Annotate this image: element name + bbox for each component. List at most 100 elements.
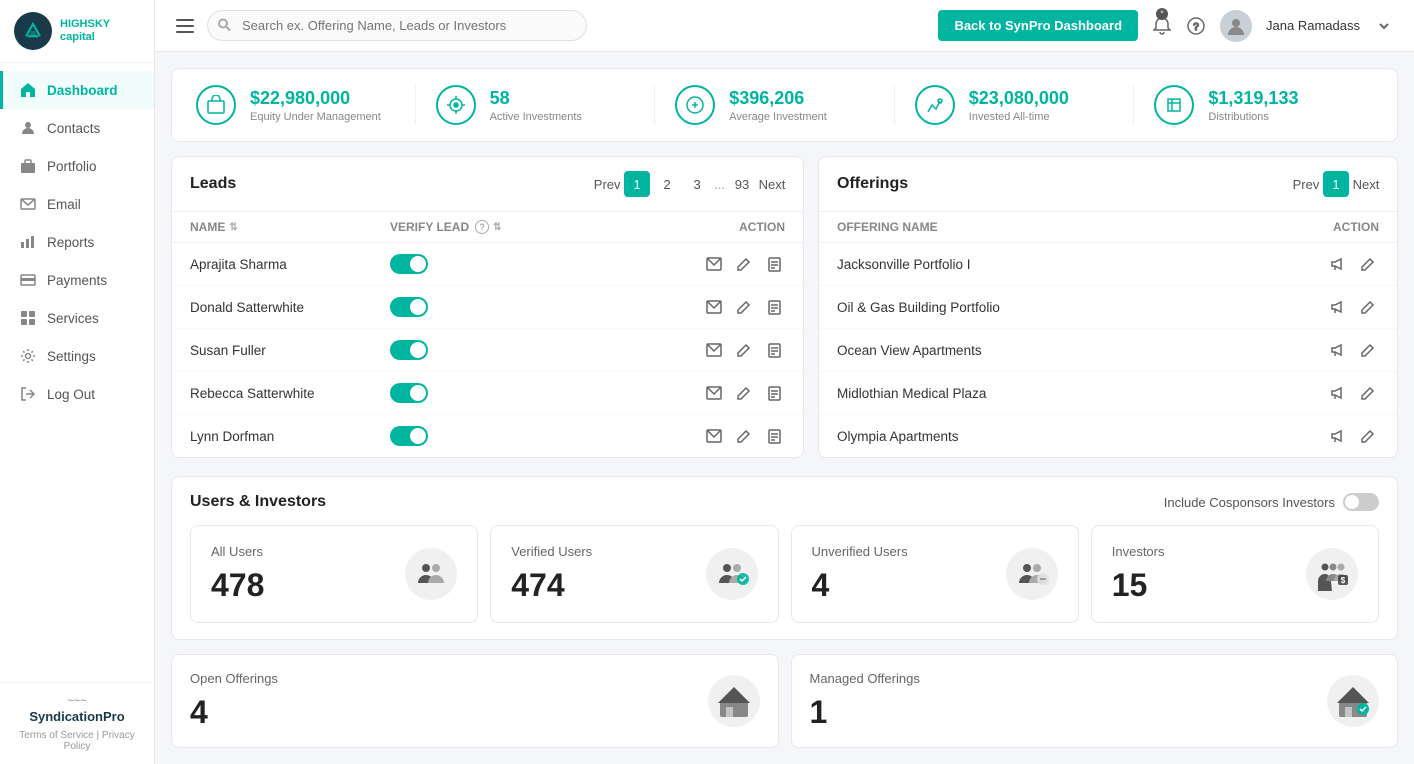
sidebar-item-logout[interactable]: Log Out [0, 375, 154, 413]
sidebar-item-services[interactable]: Services [0, 299, 154, 337]
document-action-icon-3[interactable] [763, 382, 785, 404]
leads-name-column-header[interactable]: Name ⇅ [190, 220, 390, 234]
two-column-layout: Leads Prev 1 2 3 ... 93 Next [171, 156, 1398, 462]
offerings-title: Offerings [837, 175, 908, 193]
edit-action-icon-2[interactable] [733, 339, 755, 361]
leads-next-button[interactable]: Next [759, 171, 785, 197]
sidebar-item-reports[interactable]: Reports [0, 223, 154, 261]
email-action-icon-0[interactable] [703, 253, 725, 275]
email-action-icon-1[interactable] [703, 296, 725, 318]
email-action-icon-2[interactable] [703, 339, 725, 361]
table-row: Susan Fuller [172, 329, 803, 372]
leads-panel: Leads Prev 1 2 3 ... 93 Next [171, 156, 804, 458]
lead-verify-toggle-4[interactable] [390, 426, 665, 446]
search-input[interactable] [207, 10, 587, 41]
stat-distributions: $1,319,133 Distributions [1134, 85, 1373, 125]
lead-verify-toggle-3[interactable] [390, 383, 665, 403]
sidebar-item-settings[interactable]: Settings [0, 337, 154, 375]
leads-page-2[interactable]: 2 [654, 171, 680, 197]
edit-action-icon-3[interactable] [733, 382, 755, 404]
document-action-icon-4[interactable] [763, 425, 785, 447]
verified-users-left: Verified Users 474 [511, 544, 592, 604]
leads-prev-button[interactable]: Prev [594, 171, 620, 197]
toggle-1[interactable] [390, 297, 428, 317]
offerings-next-button[interactable]: Next [1353, 171, 1379, 197]
toggle-4[interactable] [390, 426, 428, 446]
sidebar-item-portfolio[interactable]: Portfolio [0, 147, 154, 185]
edit-offering-icon-2[interactable] [1357, 339, 1379, 361]
toggle-0[interactable] [390, 254, 428, 274]
menu-button[interactable] [175, 16, 195, 36]
sidebar-item-payments[interactable]: Payments [0, 261, 154, 299]
email-action-icon-3[interactable] [703, 382, 725, 404]
notification-icon[interactable]: ° [1152, 16, 1172, 36]
alltime-icon [915, 85, 955, 125]
leads-verify-column-header[interactable]: Verify Lead ? ⇅ [390, 220, 665, 234]
edit-offering-icon-1[interactable] [1357, 296, 1379, 318]
lead-verify-toggle-2[interactable] [390, 340, 665, 360]
lead-verify-toggle-1[interactable] [390, 297, 665, 317]
offerings-prev-button[interactable]: Prev [1293, 171, 1319, 197]
cosponsors-toggle[interactable] [1343, 493, 1379, 511]
document-action-icon-0[interactable] [763, 253, 785, 275]
credit-card-icon [19, 271, 37, 289]
offerings-page-1[interactable]: 1 [1323, 171, 1349, 197]
investments-icon [436, 85, 476, 125]
sidebar-item-email[interactable]: Email [0, 185, 154, 223]
megaphone-icon-4[interactable] [1327, 425, 1349, 447]
offering-name-0: Jacksonville Portfolio I [837, 257, 1299, 272]
help-icon[interactable]: ? [1186, 16, 1206, 36]
lead-verify-toggle-0[interactable] [390, 254, 665, 274]
lead-name-1: Donald Satterwhite [190, 300, 390, 315]
edit-action-icon-4[interactable] [733, 425, 755, 447]
managed-offerings-card: Managed Offerings 1 [810, 671, 1380, 731]
home-icon [19, 81, 37, 99]
sidebar-item-contacts[interactable]: Contacts [0, 109, 154, 147]
investors-value: 15 [1112, 567, 1165, 604]
toggle-3[interactable] [390, 383, 428, 403]
megaphone-icon-3[interactable] [1327, 382, 1349, 404]
document-action-icon-1[interactable] [763, 296, 785, 318]
edit-offering-icon-3[interactable] [1357, 382, 1379, 404]
equity-value: $22,980,000 [250, 88, 381, 109]
edit-offering-icon-4[interactable] [1357, 425, 1379, 447]
logout-icon [19, 385, 37, 403]
investments-label: Active Investments [490, 111, 582, 123]
investors-left: Investors 15 [1112, 544, 1165, 604]
lead-name-2: Susan Fuller [190, 343, 390, 358]
terms-link[interactable]: Terms of Service [19, 730, 93, 741]
leads-page-3[interactable]: 3 [684, 171, 710, 197]
chevron-down-icon[interactable] [1374, 16, 1394, 36]
footer-links: Terms of Service | Privacy Policy [14, 730, 140, 752]
sidebar-item-dashboard[interactable]: Dashboard [0, 71, 154, 109]
megaphone-icon-1[interactable] [1327, 296, 1349, 318]
chart-icon [19, 233, 37, 251]
back-to-dashboard-button[interactable]: Back to SynPro Dashboard [938, 10, 1138, 41]
open-offerings-label: Open Offerings [190, 671, 278, 686]
edit-action-icon-1[interactable] [733, 296, 755, 318]
edit-offering-icon-0[interactable] [1357, 253, 1379, 275]
average-label: Average Investment [729, 111, 827, 123]
offering-actions-3 [1299, 382, 1379, 404]
document-action-icon-2[interactable] [763, 339, 785, 361]
lead-actions-2 [665, 339, 785, 361]
toggle-2[interactable] [390, 340, 428, 360]
table-row: Aprajita Sharma [172, 243, 803, 286]
email-action-icon-4[interactable] [703, 425, 725, 447]
megaphone-icon-0[interactable] [1327, 253, 1349, 275]
leads-page-1[interactable]: 1 [624, 171, 650, 197]
open-offerings-left: Open Offerings 4 [190, 671, 278, 731]
right-column: Offerings Prev 1 Next Offering Name Acti… [818, 156, 1398, 462]
edit-action-icon-0[interactable] [733, 253, 755, 275]
megaphone-icon-2[interactable] [1327, 339, 1349, 361]
lead-actions-0 [665, 253, 785, 275]
logo-icon [14, 12, 52, 50]
distributions-label: Distributions [1208, 111, 1298, 123]
offering-name-1: Oil & Gas Building Portfolio [837, 300, 1299, 315]
offering-name-3: Midlothian Medical Plaza [837, 386, 1299, 401]
sidebar-nav: Dashboard Contacts Portfolio Email [0, 63, 154, 682]
open-offerings-icon [708, 675, 760, 727]
table-row: Lynn Dorfman [172, 415, 803, 457]
leads-page-93[interactable]: 93 [729, 171, 755, 197]
sidebar-label-reports: Reports [47, 235, 94, 250]
